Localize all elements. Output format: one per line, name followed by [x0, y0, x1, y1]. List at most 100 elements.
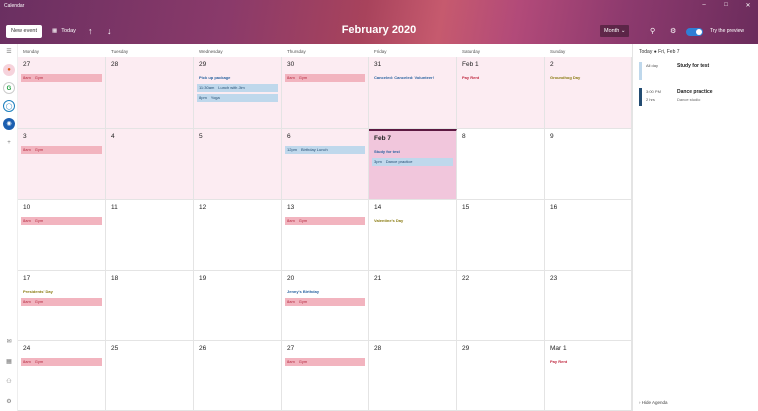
chevron-right-icon: › — [639, 400, 641, 405]
day-cell[interactable]: 20 Jenny's Birthday 8am Gym — [282, 271, 369, 341]
day-cell[interactable]: 15 — [457, 200, 545, 271]
day-cell[interactable]: 27 8am Gym — [282, 341, 369, 411]
pin-icon[interactable]: ⚲ — [650, 25, 655, 38]
day-cell[interactable]: 8 — [457, 129, 545, 200]
calendar-event[interactable]: Presidents' Day — [21, 288, 102, 296]
day-cell[interactable]: 17 Presidents' Day 8am Gym — [18, 271, 106, 341]
day-cell[interactable]: 18 — [106, 271, 194, 341]
day-cell[interactable]: 28 — [106, 57, 194, 129]
event-title: Presidents' Day — [23, 289, 53, 294]
day-cell[interactable]: 9 — [545, 129, 632, 200]
day-cell[interactable]: 10 8am Gym — [18, 200, 106, 271]
event-title: Gym — [298, 299, 308, 304]
gear-icon[interactable]: ⚙ — [670, 25, 676, 38]
day-cell[interactable]: 4 — [106, 129, 194, 200]
calendar-event[interactable]: 8am Gym — [21, 358, 102, 366]
agenda-item[interactable]: 3:00 PM 2 hrs Dance practice Dance studio — [639, 88, 753, 106]
day-cell[interactable]: 13 8am Gym — [282, 200, 369, 271]
person-account-icon[interactable]: ◯ — [3, 100, 15, 112]
agenda-time: All day — [646, 63, 659, 68]
day-cell[interactable]: Feb 1 Pay Rent — [457, 57, 545, 129]
calendar-event[interactable]: 8am Gym — [285, 74, 365, 82]
day-cell[interactable]: 16 — [545, 200, 632, 271]
google-account-icon[interactable]: G — [3, 82, 15, 94]
day-cell[interactable]: 28 — [369, 341, 457, 411]
maximize-button[interactable]: □ — [718, 2, 734, 8]
day-cell[interactable]: 6 12pm Birthday Lunch — [282, 129, 369, 200]
calendar-event[interactable]: Jenny's Birthday — [285, 288, 365, 296]
calendar-event[interactable]: 8pm Yoga — [197, 94, 278, 102]
calendar-event[interactable]: 11:30am Lunch with Jim — [197, 84, 278, 92]
event-time: 8am — [23, 147, 31, 152]
day-cell[interactable]: 25 — [106, 341, 194, 411]
hide-agenda-button[interactable]: › Hide Agenda — [639, 400, 668, 405]
event-title: Pay Rent — [550, 359, 568, 364]
view-dropdown[interactable]: Month ⌄ — [600, 25, 630, 37]
preview-toggle[interactable] — [686, 28, 703, 36]
day-cell[interactable]: 2 Groundhog Day — [545, 57, 632, 129]
day-number: Feb 7 — [374, 135, 391, 142]
agenda-item[interactable]: All day Study for test — [639, 62, 753, 80]
hamburger-menu-icon[interactable]: ☰ — [3, 46, 15, 58]
event-time: 8am — [287, 299, 295, 304]
hide-agenda-label: Hide Agenda — [641, 400, 668, 405]
day-cell[interactable]: 29 — [457, 341, 545, 411]
event-title: Gym — [34, 218, 44, 223]
calendar-event[interactable]: 8am Gym — [21, 74, 102, 82]
calendar-event[interactable]: Canceled: Canceled: Volunteer! — [372, 74, 453, 82]
mail-icon[interactable]: ✉ — [3, 336, 15, 348]
day-cell[interactable]: 24 8am Gym — [18, 341, 106, 411]
calendar-event[interactable]: 8am Gym — [21, 146, 102, 154]
day-cell[interactable]: Mar 1 Pay Rent — [545, 341, 632, 411]
day-cell[interactable]: 3 8am Gym — [18, 129, 106, 200]
event-time: 8am — [287, 75, 295, 80]
day-cell[interactable]: 31 Canceled: Canceled: Volunteer! — [369, 57, 457, 129]
calendar-event[interactable]: Study for test — [372, 148, 453, 156]
calendar-event[interactable]: Groundhog Day — [548, 74, 628, 82]
day-cell[interactable]: 23 — [545, 271, 632, 341]
event-title: Gym — [298, 359, 308, 364]
agenda-location: Dance studio — [677, 97, 701, 102]
day-number: 30 — [287, 61, 295, 68]
outlook-account-icon[interactable]: ◉ — [3, 118, 15, 130]
day-cell[interactable]: 19 — [194, 271, 282, 341]
close-button[interactable]: ✕ — [740, 2, 756, 9]
event-title: Gym — [34, 359, 44, 364]
calendar-event[interactable]: 8am Gym — [285, 358, 365, 366]
day-cell[interactable]: 26 — [194, 341, 282, 411]
day-cell[interactable]: 14 Valentine's Day — [369, 200, 457, 271]
minimize-button[interactable]: – — [696, 2, 712, 8]
settings-icon[interactable]: ⚙ — [3, 396, 15, 408]
calendar-event[interactable]: 8am Gym — [285, 298, 365, 306]
day-cell[interactable]: 27 8am Gym — [18, 57, 106, 129]
calendar-icon[interactable]: ▦ — [3, 356, 15, 368]
event-time: 8am — [23, 299, 31, 304]
calendar-event[interactable]: 3pm Dance practice — [372, 158, 453, 166]
calendar-event[interactable]: 12pm Birthday Lunch — [285, 146, 365, 154]
day-cell[interactable]: 30 8am Gym — [282, 57, 369, 129]
calendar-event[interactable]: Pay Rent — [548, 358, 628, 366]
add-account-icon[interactable]: + — [3, 137, 15, 149]
office-account-icon[interactable]: ● — [3, 64, 15, 76]
calendar-event[interactable]: Pick up package — [197, 74, 278, 82]
event-title: Yoga — [210, 95, 220, 100]
calendar-event[interactable]: Pay Rent — [460, 74, 541, 82]
day-cell[interactable]: 22 — [457, 271, 545, 341]
event-time: 8am — [23, 218, 31, 223]
day-cell[interactable]: 21 — [369, 271, 457, 341]
calendar-event[interactable]: Valentine's Day — [372, 217, 453, 225]
agenda-title: Study for test — [677, 63, 710, 69]
day-cell[interactable]: 12 — [194, 200, 282, 271]
day-cell[interactable]: 29 Pick up package 11:30am Lunch with Jim 8p… — [194, 57, 282, 129]
calendar-event[interactable]: 8am Gym — [285, 217, 365, 225]
day-of-week-header: Friday — [374, 49, 387, 54]
calendar-event[interactable]: 8am Gym — [21, 298, 102, 306]
event-time: 8am — [287, 359, 295, 364]
people-icon[interactable]: ⚇ — [3, 376, 15, 388]
day-cell[interactable]: 5 — [194, 129, 282, 200]
day-cell[interactable]: Feb 7 Study for test 3pm Dance practice — [369, 129, 457, 200]
calendar-event[interactable]: 8am Gym — [21, 217, 102, 225]
day-number: 23 — [550, 275, 558, 282]
day-number: 29 — [462, 345, 470, 352]
day-cell[interactable]: 11 — [106, 200, 194, 271]
